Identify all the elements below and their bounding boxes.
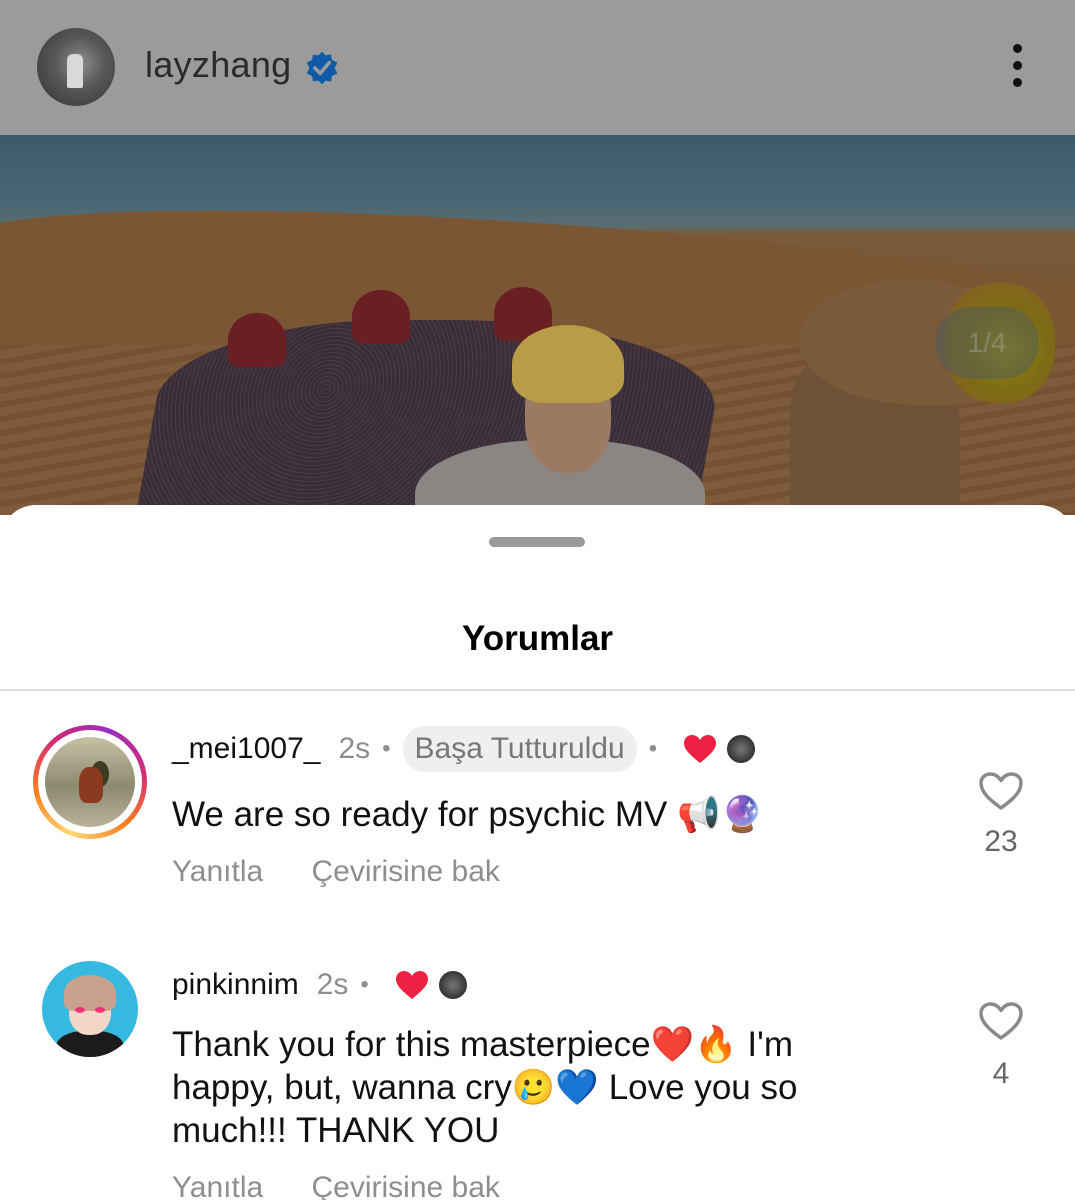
separator-dot: •	[382, 735, 391, 762]
author-liked-heart-icon	[395, 971, 428, 999]
see-translation-button[interactable]: Çevirisine bak	[312, 1171, 500, 1200]
post-image[interactable]: 1/4	[0, 135, 1075, 515]
author-mini-avatar	[436, 969, 469, 1001]
sheet-title: Yorumlar	[461, 619, 614, 658]
comment-username[interactable]: pinkinnim	[172, 968, 299, 1002]
divider	[0, 689, 1075, 691]
comment-time: 2s	[338, 732, 371, 765]
comments-sheet: Yorumlar _mei1007_ 2s • Başa Tutturuldu …	[0, 505, 1075, 1200]
comment-text: Thank you for this masterpiece❤️🔥 I'm ha…	[172, 1025, 798, 1150]
post-header: layzhang	[0, 0, 1075, 135]
separator-dot: •	[360, 971, 369, 998]
carousel-counter: 1/4	[935, 307, 1039, 379]
sheet-drag-handle[interactable]	[489, 537, 585, 547]
commenter-avatar[interactable]	[42, 961, 138, 1057]
profile-avatar[interactable]	[37, 28, 115, 106]
reply-button[interactable]: Yanıtla	[172, 1171, 263, 1200]
pinned-badge: Başa Tutturuldu	[402, 726, 637, 772]
see-translation-button[interactable]: Çevirisine bak	[312, 855, 500, 888]
comment-actions: Yanıtla Çevirisine bak	[172, 1171, 540, 1200]
reply-button[interactable]: Yanıtla	[172, 855, 263, 888]
header-username[interactable]: layzhang	[145, 44, 292, 86]
like-count: 23	[984, 825, 1018, 858]
like-heart-icon[interactable]	[978, 771, 1024, 811]
comment-meta: _mei1007_ 2s • Başa Tutturuldu •	[172, 725, 758, 773]
more-vertical-icon[interactable]	[1005, 44, 1029, 92]
like-count: 4	[992, 1057, 1010, 1090]
separator-dot: •	[648, 735, 658, 762]
comment-actions: Yanıtla Çevirisine bak	[172, 855, 540, 889]
author-mini-avatar	[725, 733, 758, 765]
avatar-story-ring[interactable]	[33, 725, 147, 839]
comment-time: 2s	[316, 968, 349, 1001]
verified-badge-icon	[306, 51, 338, 85]
like-heart-icon[interactable]	[978, 1001, 1024, 1041]
comment-meta: pinkinnim 2s •	[172, 961, 469, 1009]
comment-username[interactable]: _mei1007_	[172, 732, 320, 766]
comment-text: We are so ready for psychic MV 📢🔮	[172, 795, 765, 834]
author-liked-heart-icon	[684, 735, 717, 763]
